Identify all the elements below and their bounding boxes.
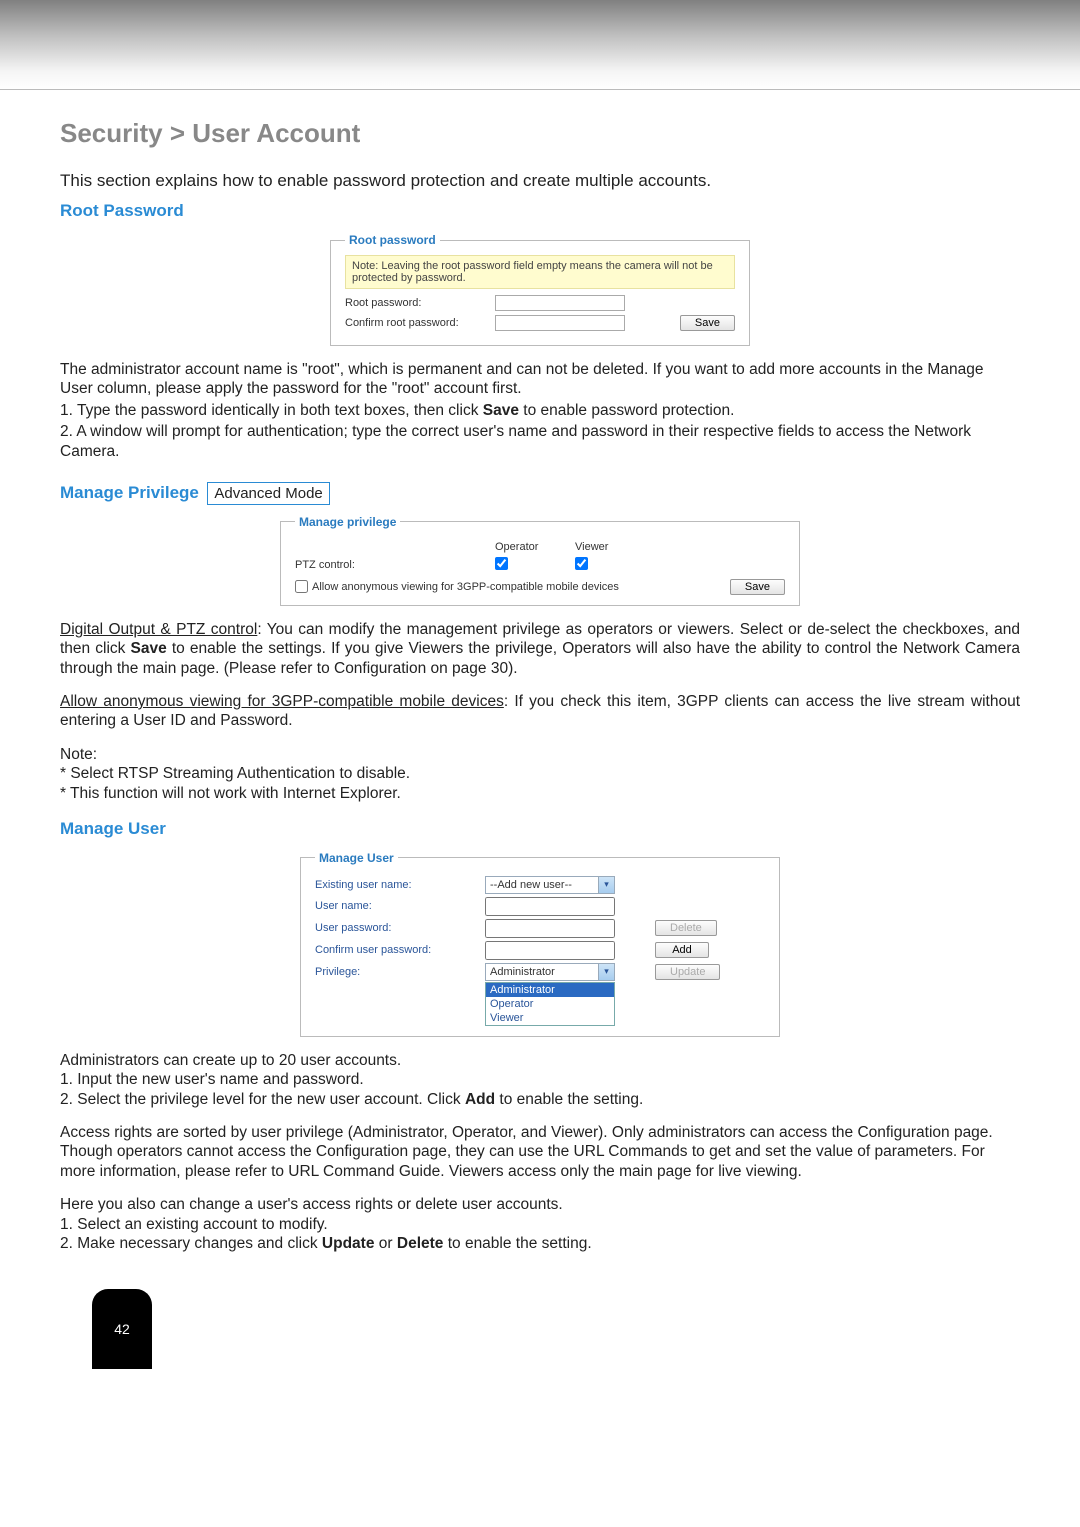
user-text-p1: Administrators can create up to 20 user … [60, 1051, 1020, 1070]
user-password-input[interactable] [485, 919, 615, 938]
chevron-down-icon: ▾ [598, 964, 614, 980]
root-password-note: Note: Leaving the root password field em… [345, 255, 735, 289]
ptz-control-label: PTZ control: [295, 559, 495, 571]
root-password-input[interactable] [495, 295, 625, 311]
root-text-li2: 2. A window will prompt for authenticati… [60, 422, 1020, 461]
manage-user-heading: Manage User [60, 819, 166, 839]
root-text-li1-a: 1. Type the password identically in both… [60, 402, 483, 419]
page-number: 42 [114, 1321, 130, 1337]
add-button[interactable]: Add [655, 942, 709, 958]
manage-user-legend: Manage User [315, 851, 398, 865]
manage-privilege-panel: Manage privilege Operator Viewer PTZ con… [280, 515, 800, 606]
user-text-li2-a: 2. Select the privilege level for the ne… [60, 1091, 465, 1108]
privilege-option-operator[interactable]: Operator [486, 997, 614, 1011]
user-password-label: User password: [315, 922, 485, 934]
col-viewer: Viewer [575, 541, 655, 553]
privilege-selected-value: Administrator [490, 966, 555, 978]
manage-user-panel: Manage User Existing user name: --Add ne… [300, 851, 780, 1037]
privilege-option-administrator[interactable]: Administrator [486, 983, 614, 997]
user-text-p3: Here you also can change a user's access… [60, 1195, 1020, 1214]
root-password-fieldset: Root password Note: Leaving the root pas… [330, 233, 750, 346]
root-password-legend: Root password [345, 233, 440, 247]
user-text-li4-b: Update [322, 1235, 375, 1252]
username-label: User name: [315, 900, 485, 912]
delete-button[interactable]: Delete [655, 920, 717, 936]
user-text-li1: 1. Input the new user's name and passwor… [60, 1070, 1020, 1089]
advanced-mode-tag: Advanced Mode [207, 482, 329, 505]
root-password-label: Root password: [345, 297, 495, 309]
priv-note-1: * Select RTSP Streaming Authentication t… [60, 764, 1020, 783]
privilege-option-viewer[interactable]: Viewer [486, 1011, 614, 1025]
user-text-li4-e: to enable the setting. [443, 1235, 591, 1252]
ptz-operator-checkbox[interactable] [495, 557, 508, 570]
manage-user-fieldset: Manage User Existing user name: --Add ne… [300, 851, 780, 1037]
privilege-body: Digital Output & PTZ control: You can mo… [60, 620, 1020, 803]
header-gradient [0, 0, 1080, 90]
manage-privilege-fieldset: Manage privilege Operator Viewer PTZ con… [280, 515, 800, 606]
existing-user-select[interactable]: --Add new user-- ▾ [485, 876, 615, 894]
privilege-select[interactable]: Administrator ▾ [485, 963, 615, 981]
privilege-label: Privilege: [315, 966, 485, 978]
user-text-li2-b: Add [465, 1091, 495, 1108]
ptz-viewer-checkbox[interactable] [575, 557, 588, 570]
existing-user-label: Existing user name: [315, 879, 485, 891]
priv-text-p1a: Digital Output & PTZ control [60, 621, 257, 638]
page-number-tab: 42 [92, 1289, 152, 1369]
existing-user-value: --Add new user-- [490, 879, 572, 891]
username-input[interactable] [485, 897, 615, 916]
update-button[interactable]: Update [655, 964, 720, 980]
manage-user-body: Administrators can create up to 20 user … [60, 1051, 1020, 1253]
priv-note: Note: [60, 745, 1020, 764]
intro-text: This section explains how to enable pass… [60, 171, 1020, 191]
col-operator: Operator [495, 541, 575, 553]
user-text-li2: 2. Select the privilege level for the ne… [60, 1090, 1020, 1109]
page-content: Security > User Account This section exp… [0, 90, 1080, 1399]
confirm-user-password-input[interactable] [485, 941, 615, 960]
root-password-panel: Root password Note: Leaving the root pas… [330, 233, 750, 346]
chevron-down-icon: ▾ [598, 877, 614, 893]
root-text-li1-b: Save [483, 402, 519, 419]
user-text-li3: 1. Select an existing account to modify. [60, 1215, 1020, 1234]
privilege-dropdown-list[interactable]: Administrator Operator Viewer [485, 982, 615, 1026]
priv-text-p1c: Save [131, 640, 167, 657]
confirm-user-password-label: Confirm user password: [315, 944, 485, 956]
allow-anonymous-label: Allow anonymous viewing for 3GPP-compati… [312, 581, 619, 593]
root-password-save-button[interactable]: Save [680, 315, 735, 331]
root-text-li1-c: to enable password protection. [519, 402, 734, 419]
confirm-root-password-input[interactable] [495, 315, 625, 331]
user-text-li4-c: or [374, 1235, 396, 1252]
manage-privilege-heading: Manage Privilege [60, 483, 199, 503]
user-text-li4-d: Delete [397, 1235, 444, 1252]
breadcrumb: Security > User Account [60, 118, 1020, 149]
root-text-p1: The administrator account name is "root"… [60, 360, 1020, 399]
user-text-li2-c: to enable the setting. [495, 1091, 643, 1108]
root-password-heading: Root Password [60, 201, 184, 221]
manage-privilege-legend: Manage privilege [295, 515, 400, 529]
confirm-root-password-label: Confirm root password: [345, 317, 495, 329]
user-text-li4: 2. Make necessary changes and click Upda… [60, 1234, 1020, 1253]
root-text-li1: 1. Type the password identically in both… [60, 401, 1020, 420]
user-text-li4-a: 2. Make necessary changes and click [60, 1235, 322, 1252]
allow-anonymous-checkbox[interactable] [295, 580, 308, 593]
manage-privilege-save-button[interactable]: Save [730, 579, 785, 595]
user-text-p2: Access rights are sorted by user privile… [60, 1123, 1020, 1181]
priv-note-2: * This function will not work with Inter… [60, 784, 1020, 803]
root-password-body: The administrator account name is "root"… [60, 360, 1020, 461]
priv-text-p1d: to enable the settings. If you give View… [60, 640, 1020, 676]
priv-text-p2a: Allow anonymous viewing for 3GPP-compati… [60, 693, 504, 710]
